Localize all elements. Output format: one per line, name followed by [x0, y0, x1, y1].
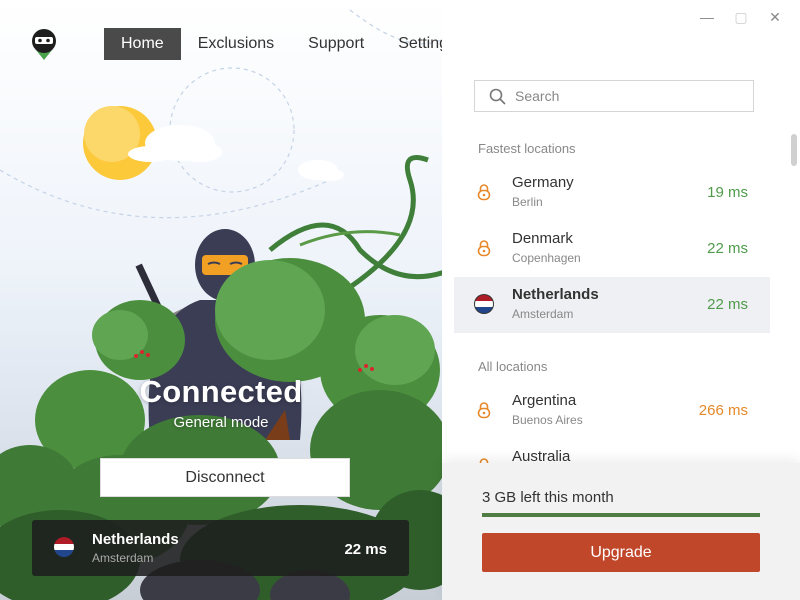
- location-row-netherlands[interactable]: Netherlands Amsterdam 22 ms: [454, 277, 770, 333]
- current-country: Netherlands: [92, 531, 179, 548]
- location-city: Berlin: [512, 195, 543, 209]
- hero-scene: Home Exclusions Support Settings Connect…: [0, 0, 442, 600]
- location-ping: 22 ms: [707, 240, 748, 257]
- maximize-icon[interactable]: ▢: [724, 8, 758, 26]
- tab-settings[interactable]: Settings: [381, 28, 442, 60]
- fastest-locations-label: Fastest locations: [478, 141, 576, 156]
- quota-box: 3 GB left this month Upgrade: [442, 463, 800, 600]
- upgrade-button[interactable]: Upgrade: [482, 533, 760, 572]
- quota-text: 3 GB left this month: [482, 489, 614, 506]
- current-location-card[interactable]: Netherlands Amsterdam 22 ms: [32, 520, 409, 576]
- location-city: Buenos Aires: [512, 413, 583, 427]
- quota-progress-fill: [482, 513, 760, 517]
- search-input[interactable]: [515, 81, 745, 111]
- location-row-argentina[interactable]: Argentina Buenos Aires 266 ms: [454, 383, 770, 439]
- close-icon[interactable]: ✕: [758, 8, 792, 26]
- main-nav: Home Exclusions Support Settings: [104, 28, 442, 60]
- netherlands-flag-icon: [54, 537, 74, 557]
- status-mode: General mode: [173, 414, 269, 431]
- lock-icon: [477, 184, 491, 201]
- location-row-germany[interactable]: Germany Berlin 19 ms: [454, 165, 770, 221]
- connection-status: Connected General mode: [0, 374, 442, 431]
- app-logo: [32, 29, 56, 60]
- location-country: Argentina: [512, 392, 577, 409]
- all-locations-label: All locations: [478, 359, 548, 374]
- location-country: Netherlands: [512, 286, 599, 303]
- ninja-illustration: [0, 9, 442, 600]
- search-icon: [489, 88, 506, 105]
- window-controls: — ▢ ✕: [690, 8, 792, 26]
- tab-home[interactable]: Home: [104, 28, 181, 60]
- search-box[interactable]: [474, 80, 754, 112]
- location-ping: 266 ms: [698, 402, 748, 419]
- location-city: Copenhagen: [512, 251, 581, 265]
- lock-icon: [477, 240, 491, 257]
- quota-progress-bar: [482, 513, 760, 517]
- tab-support[interactable]: Support: [291, 28, 381, 60]
- status-title: Connected: [139, 374, 303, 409]
- current-city: Amsterdam: [92, 551, 154, 565]
- lock-icon: [477, 402, 491, 419]
- location-country: Germany: [512, 174, 574, 191]
- location-city: Amsterdam: [512, 307, 574, 321]
- scrollbar-thumb[interactable]: [791, 134, 797, 166]
- location-ping: 19 ms: [707, 184, 748, 201]
- minimize-icon[interactable]: —: [690, 8, 724, 26]
- current-ping: 22 ms: [344, 541, 387, 558]
- location-row-denmark[interactable]: Denmark Copenhagen 22 ms: [454, 221, 770, 277]
- tab-exclusions[interactable]: Exclusions: [181, 28, 291, 60]
- location-ping: 22 ms: [707, 296, 748, 313]
- netherlands-flag-icon: [474, 294, 494, 314]
- location-country: Denmark: [512, 230, 573, 247]
- disconnect-button[interactable]: Disconnect: [100, 458, 350, 497]
